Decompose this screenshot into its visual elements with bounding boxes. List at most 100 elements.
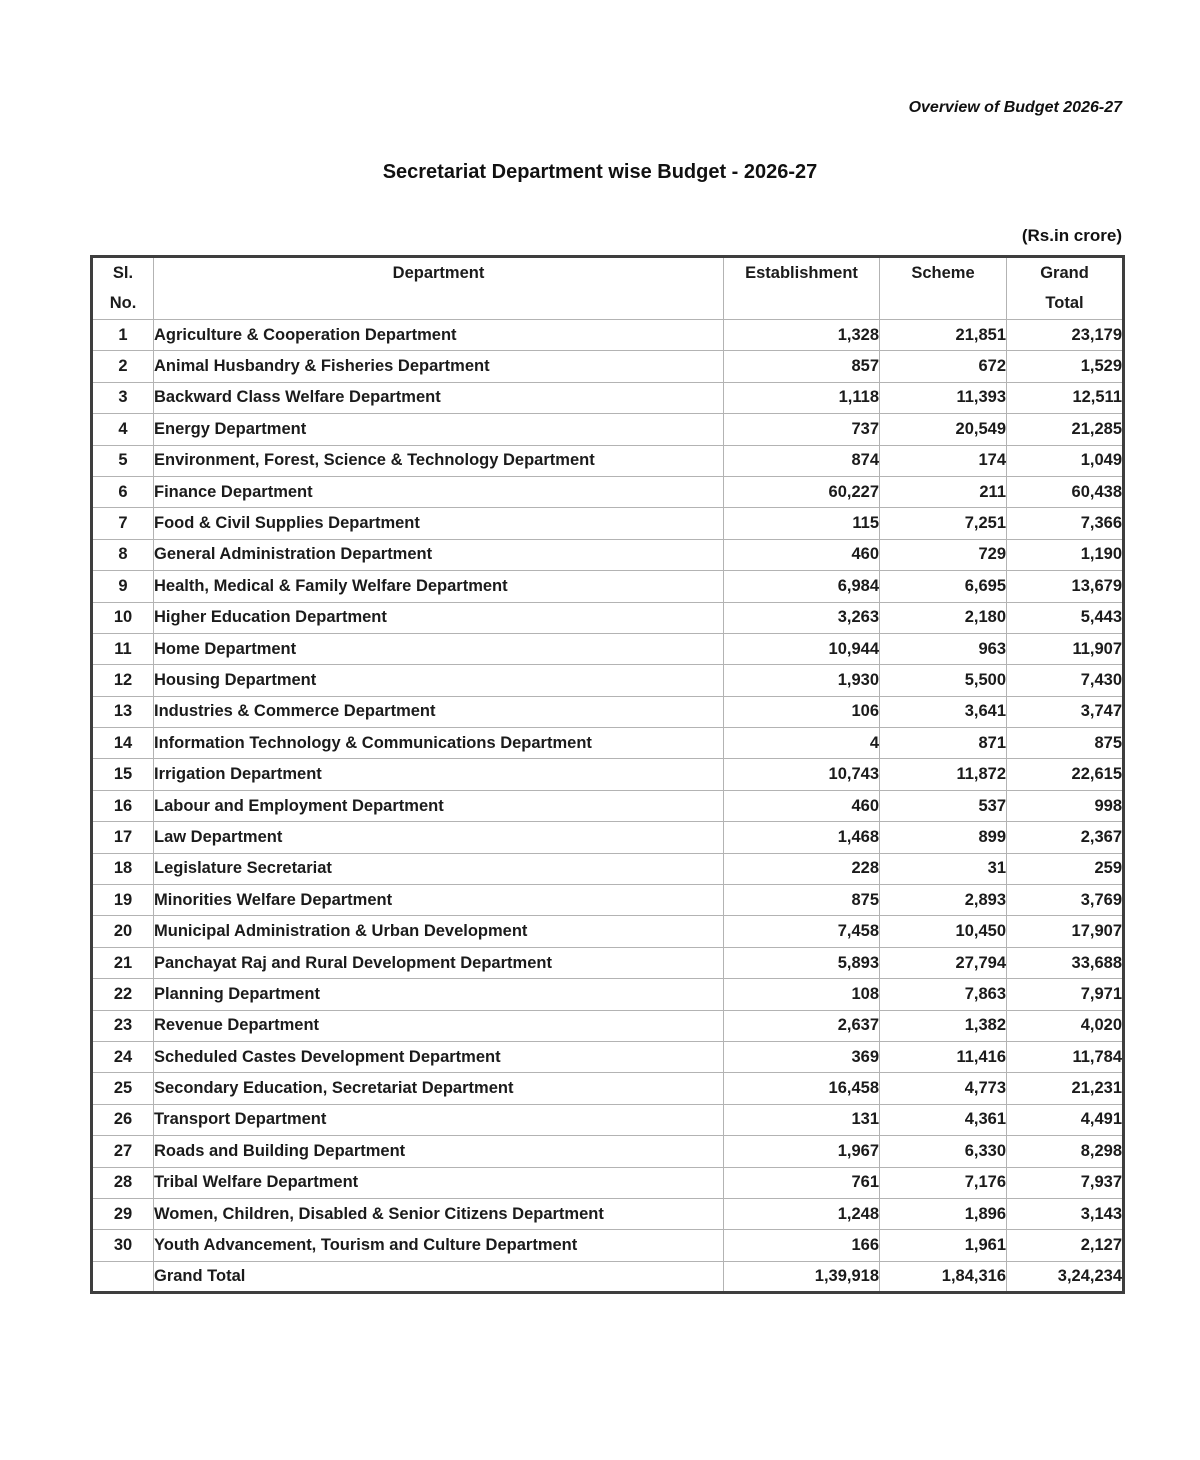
row-department-cell: Planning Department bbox=[154, 979, 724, 1010]
row-scheme-cell: 11,393 bbox=[880, 382, 1007, 413]
row-grand-total-cell: 60,438 bbox=[1007, 476, 1124, 507]
row-scheme-cell: 899 bbox=[880, 822, 1007, 853]
row-scheme-cell: 729 bbox=[880, 539, 1007, 570]
row-department-cell: Transport Department bbox=[154, 1104, 724, 1135]
table-body: 1 Agriculture & Cooperation Department 1… bbox=[92, 320, 1124, 1262]
row-establishment-cell: 228 bbox=[724, 853, 880, 884]
table-row: 2 Animal Husbandry & Fisheries Departmen… bbox=[92, 351, 1124, 382]
row-department-cell: Roads and Building Department bbox=[154, 1136, 724, 1167]
row-department-cell: Irrigation Department bbox=[154, 759, 724, 790]
row-scheme-cell: 871 bbox=[880, 728, 1007, 759]
row-serial-cell: 8 bbox=[92, 539, 154, 570]
page-title: Secretariat Department wise Budget - 202… bbox=[0, 161, 1200, 184]
row-serial-cell: 28 bbox=[92, 1167, 154, 1198]
row-establishment-cell: 2,637 bbox=[724, 1010, 880, 1041]
row-establishment-cell: 10,944 bbox=[724, 633, 880, 664]
table-row: 19 Minorities Welfare Department 875 2,8… bbox=[92, 885, 1124, 916]
table-row: 29 Women, Children, Disabled & Senior Ci… bbox=[92, 1198, 1124, 1229]
table-row: 13 Industries & Commerce Department 106 … bbox=[92, 696, 1124, 727]
row-grand-total-cell: 22,615 bbox=[1007, 759, 1124, 790]
column-header-grand-total: Grand Total bbox=[1007, 257, 1124, 320]
row-establishment-cell: 857 bbox=[724, 351, 880, 382]
row-department-cell: Minorities Welfare Department bbox=[154, 885, 724, 916]
row-department-cell: Women, Children, Disabled & Senior Citiz… bbox=[154, 1198, 724, 1229]
row-grand-total-cell: 7,430 bbox=[1007, 665, 1124, 696]
table-row: 23 Revenue Department 2,637 1,382 4,020 bbox=[92, 1010, 1124, 1041]
row-establishment-cell: 115 bbox=[724, 508, 880, 539]
row-serial-cell: 27 bbox=[92, 1136, 154, 1167]
row-grand-total-cell: 11,784 bbox=[1007, 1041, 1124, 1072]
row-grand-total-cell: 8,298 bbox=[1007, 1136, 1124, 1167]
table-row: 21 Panchayat Raj and Rural Development D… bbox=[92, 947, 1124, 978]
table-row: 11 Home Department 10,944 963 11,907 bbox=[92, 633, 1124, 664]
column-header-establishment: Establishment bbox=[724, 257, 880, 320]
row-establishment-cell: 1,328 bbox=[724, 320, 880, 351]
row-department-cell: Housing Department bbox=[154, 665, 724, 696]
row-establishment-cell: 166 bbox=[724, 1230, 880, 1261]
column-header-sl-line1: Sl. bbox=[93, 258, 153, 288]
row-department-cell: Home Department bbox=[154, 633, 724, 664]
row-serial-cell: 1 bbox=[92, 320, 154, 351]
header-row: Sl. No. Department Establishment Scheme … bbox=[92, 257, 1124, 320]
row-scheme-cell: 6,695 bbox=[880, 571, 1007, 602]
row-establishment-cell: 737 bbox=[724, 414, 880, 445]
row-grand-total-cell: 17,907 bbox=[1007, 916, 1124, 947]
row-serial-cell: 18 bbox=[92, 853, 154, 884]
row-grand-total-cell: 875 bbox=[1007, 728, 1124, 759]
row-grand-total-cell: 5,443 bbox=[1007, 602, 1124, 633]
table-row: 17 Law Department 1,468 899 2,367 bbox=[92, 822, 1124, 853]
row-grand-total-cell: 13,679 bbox=[1007, 571, 1124, 602]
table-row: 1 Agriculture & Cooperation Department 1… bbox=[92, 320, 1124, 351]
budget-table: Sl. No. Department Establishment Scheme … bbox=[90, 255, 1125, 1294]
row-scheme-cell: 6,330 bbox=[880, 1136, 1007, 1167]
row-establishment-cell: 874 bbox=[724, 445, 880, 476]
row-serial-cell: 15 bbox=[92, 759, 154, 790]
table-row: 6 Finance Department 60,227 211 60,438 bbox=[92, 476, 1124, 507]
row-establishment-cell: 1,118 bbox=[724, 382, 880, 413]
row-scheme-cell: 11,416 bbox=[880, 1041, 1007, 1072]
row-establishment-cell: 106 bbox=[724, 696, 880, 727]
row-establishment-cell: 875 bbox=[724, 885, 880, 916]
table-row: 7 Food & Civil Supplies Department 115 7… bbox=[92, 508, 1124, 539]
row-grand-total-cell: 11,907 bbox=[1007, 633, 1124, 664]
row-grand-total-cell: 4,020 bbox=[1007, 1010, 1124, 1041]
row-scheme-cell: 2,893 bbox=[880, 885, 1007, 916]
row-department-cell: Agriculture & Cooperation Department bbox=[154, 320, 724, 351]
row-serial-cell: 29 bbox=[92, 1198, 154, 1229]
row-scheme-cell: 21,851 bbox=[880, 320, 1007, 351]
table-row: 3 Backward Class Welfare Department 1,11… bbox=[92, 382, 1124, 413]
column-header-department: Department bbox=[154, 257, 724, 320]
row-department-cell: Municipal Administration & Urban Develop… bbox=[154, 916, 724, 947]
table-row: 27 Roads and Building Department 1,967 6… bbox=[92, 1136, 1124, 1167]
row-establishment-cell: 369 bbox=[724, 1041, 880, 1072]
row-establishment-cell: 3,263 bbox=[724, 602, 880, 633]
row-establishment-cell: 131 bbox=[724, 1104, 880, 1135]
row-establishment-cell: 1,930 bbox=[724, 665, 880, 696]
grand-total-label: Grand Total bbox=[154, 1261, 724, 1292]
row-department-cell: Secondary Education, Secretariat Departm… bbox=[154, 1073, 724, 1104]
row-scheme-cell: 10,450 bbox=[880, 916, 1007, 947]
column-header-grand-line2: Total bbox=[1007, 288, 1122, 318]
row-grand-total-cell: 4,491 bbox=[1007, 1104, 1124, 1135]
row-scheme-cell: 27,794 bbox=[880, 947, 1007, 978]
row-scheme-cell: 5,500 bbox=[880, 665, 1007, 696]
column-header-grand-line1: Grand bbox=[1007, 258, 1122, 288]
table-row: 28 Tribal Welfare Department 761 7,176 7… bbox=[92, 1167, 1124, 1198]
row-grand-total-cell: 2,367 bbox=[1007, 822, 1124, 853]
row-serial-cell: 22 bbox=[92, 979, 154, 1010]
row-grand-total-cell: 259 bbox=[1007, 853, 1124, 884]
row-serial-cell: 20 bbox=[92, 916, 154, 947]
row-scheme-cell: 1,382 bbox=[880, 1010, 1007, 1041]
row-department-cell: Food & Civil Supplies Department bbox=[154, 508, 724, 539]
row-scheme-cell: 211 bbox=[880, 476, 1007, 507]
unit-label: (Rs.in crore) bbox=[1022, 226, 1122, 246]
row-department-cell: Youth Advancement, Tourism and Culture D… bbox=[154, 1230, 724, 1261]
row-serial-cell: 5 bbox=[92, 445, 154, 476]
row-serial-cell: 23 bbox=[92, 1010, 154, 1041]
row-department-cell: Higher Education Department bbox=[154, 602, 724, 633]
row-serial-cell: 24 bbox=[92, 1041, 154, 1072]
row-serial-cell: 10 bbox=[92, 602, 154, 633]
table-row: 8 General Administration Department 460 … bbox=[92, 539, 1124, 570]
row-scheme-cell: 1,961 bbox=[880, 1230, 1007, 1261]
row-serial-cell: 12 bbox=[92, 665, 154, 696]
